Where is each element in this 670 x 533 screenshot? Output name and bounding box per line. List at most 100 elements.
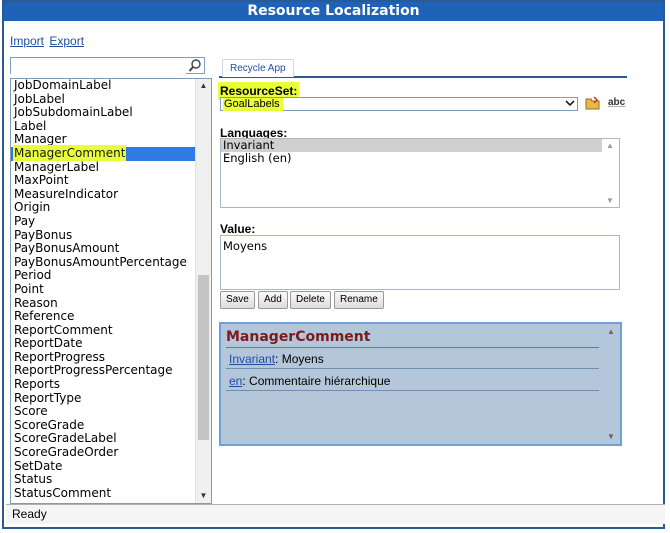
resource-list-item[interactable]: SetDate xyxy=(11,458,195,474)
summary-text-invariant: : Moyens xyxy=(275,352,324,366)
resource-list-item-label: ReportProgressPercentage xyxy=(14,363,173,378)
resource-list-item[interactable]: ReportDate xyxy=(11,336,195,351)
resource-list-item[interactable]: Score xyxy=(11,404,195,419)
open-folder-icon[interactable] xyxy=(585,95,601,111)
languages-list[interactable]: Invariant English (en) ▲ ▼ xyxy=(220,138,620,208)
resource-list-item-label: Reports xyxy=(14,377,61,392)
resource-list-item[interactable]: Reason xyxy=(11,295,195,311)
resource-list-item-label: MeasureIndicator xyxy=(14,186,119,201)
resource-list-scrollbar[interactable]: ▲ ▼ xyxy=(195,79,211,503)
resource-list-item-label: Score xyxy=(14,404,48,419)
resource-list-item[interactable]: ScoreGradeOrder xyxy=(11,445,195,460)
resource-list-item-label: SetDate xyxy=(14,458,63,473)
resource-list-item[interactable]: Pay xyxy=(11,214,195,229)
resource-list-item-label: Reason xyxy=(14,295,58,310)
resource-list-item-label: JobDomainLabel xyxy=(14,79,112,92)
resource-list-item-label: ReportDate xyxy=(14,336,83,351)
resource-list-item[interactable]: PayBonusAmountPercentage xyxy=(11,255,195,270)
resource-list-item-label: ManagerLabel xyxy=(14,159,99,174)
resource-list-item[interactable]: Origin xyxy=(11,201,195,215)
resource-list-item[interactable]: Point xyxy=(11,282,195,297)
resource-list-item[interactable]: MeasureIndicator xyxy=(11,186,195,202)
resource-list-item[interactable]: ScoreGrade xyxy=(11,417,195,433)
spell-check-icon[interactable]: a̲b̲c̲ xyxy=(608,95,625,111)
resource-list-item[interactable]: Label xyxy=(11,118,195,134)
resource-list-item-label: ReportType xyxy=(14,390,82,405)
resource-set-value: GoalLabels xyxy=(223,98,283,111)
resource-list-item[interactable]: JobSubdomainLabel xyxy=(11,105,195,120)
resource-list-item-label: Period xyxy=(14,268,52,283)
resource-list-item-label: ScoreGrade xyxy=(14,417,85,432)
scroll-down-icon[interactable]: ▼ xyxy=(196,489,211,503)
resource-list-item-label: Origin xyxy=(14,200,51,215)
summary-lang-link-en[interactable]: en xyxy=(229,374,242,388)
resource-list-item[interactable]: Status xyxy=(11,472,195,487)
resource-list-item[interactable]: Reference xyxy=(11,309,195,324)
chevron-down-icon xyxy=(565,98,575,111)
resource-list-item[interactable]: ManagerComment xyxy=(11,145,195,161)
resource-list-item[interactable]: Reports xyxy=(11,377,195,392)
summary-divider xyxy=(226,347,599,348)
resource-list-item-label: ManagerComment xyxy=(14,145,126,160)
resource-list-item[interactable]: StatusComment xyxy=(11,485,195,501)
resource-list-item[interactable]: ScoreGradeLabel xyxy=(11,432,195,446)
link-bar: Import Export xyxy=(10,34,86,48)
resource-list-item[interactable]: PayBonusAmount xyxy=(11,241,195,256)
resource-list-item[interactable]: ReportProgressPercentage xyxy=(11,364,195,378)
resource-list-item[interactable]: Manager xyxy=(11,133,195,147)
resource-list-item[interactable]: ManagerLabel xyxy=(11,159,195,175)
tab-bar: Recycle App xyxy=(219,58,627,78)
rename-button[interactable]: Rename xyxy=(334,291,384,309)
summary-scrollbar[interactable]: ▲ ▼ xyxy=(603,324,620,444)
scroll-down-icon[interactable]: ▼ xyxy=(606,196,614,205)
value-textarea[interactable]: Moyens xyxy=(220,235,620,290)
resource-list-item[interactable]: ReportType xyxy=(11,390,195,406)
summary-divider xyxy=(226,390,599,391)
languages-scrollbar[interactable]: ▲ ▼ xyxy=(603,139,619,207)
resource-list-item[interactable]: Period xyxy=(11,269,195,283)
scroll-down-icon[interactable]: ▼ xyxy=(607,432,615,441)
save-button[interactable]: Save xyxy=(220,291,255,309)
resource-list-item-label: ScoreGradeLabel xyxy=(14,431,117,446)
resource-list-item[interactable]: ReportComment xyxy=(11,323,195,338)
scroll-thumb[interactable] xyxy=(198,275,209,440)
scroll-up-icon[interactable]: ▲ xyxy=(196,79,211,93)
add-button[interactable]: Add xyxy=(258,291,288,309)
resource-list-item-label: Label xyxy=(14,118,47,133)
resource-list-item[interactable]: MaxPoint xyxy=(11,173,195,188)
resource-list-item[interactable]: ReportProgress xyxy=(11,350,195,365)
summary-lang-link-invariant[interactable]: Invariant xyxy=(229,352,275,366)
resource-list-items: JobDomainLabel JobLabel JobSubdomainLabel L… xyxy=(11,79,195,503)
scroll-up-icon[interactable]: ▲ xyxy=(606,141,614,150)
resource-list-item-label: JobLabel xyxy=(14,91,65,106)
resource-set-label: ResourceSet: xyxy=(220,84,298,98)
resource-set-select[interactable]: GoalLabels xyxy=(220,97,578,111)
window-title: Resource Localization xyxy=(4,2,663,21)
search-icon[interactable] xyxy=(188,58,202,73)
resource-list-item-label: Status xyxy=(14,472,53,487)
resource-list-item-label: PayBonusAmount xyxy=(14,241,120,256)
import-link[interactable]: Import xyxy=(10,34,44,48)
resource-list-item-label: JobSubdomainLabel xyxy=(14,105,133,120)
search-input[interactable] xyxy=(11,58,186,74)
search-box xyxy=(10,57,205,74)
summary-text-en: : Commentaire hiérarchique xyxy=(242,374,391,388)
scroll-up-icon[interactable]: ▲ xyxy=(607,327,615,336)
summary-title: ManagerComment xyxy=(226,329,371,345)
resource-list-item[interactable]: PayBonus xyxy=(11,227,195,243)
resource-list-item[interactable]: JobLabel xyxy=(11,91,195,107)
status-bar: Ready xyxy=(6,504,665,524)
app-window: Resource Localization Import Export JobD… xyxy=(2,0,665,529)
resource-list-item-label: Reference xyxy=(14,309,75,324)
resource-list-item[interactable]: JobDomainLabel xyxy=(11,79,195,93)
language-option-english[interactable]: English (en) xyxy=(221,152,619,165)
resource-list-item-label: MaxPoint xyxy=(14,173,69,188)
delete-button[interactable]: Delete xyxy=(290,291,331,309)
resource-list-item-label: PayBonus xyxy=(14,227,73,242)
export-link[interactable]: Export xyxy=(49,34,84,48)
summary-row-en: en: Commentaire hiérarchique xyxy=(229,374,390,388)
tab-recycle-app[interactable]: Recycle App xyxy=(222,59,294,77)
localization-summary-panel: ManagerComment Invariant: Moyens en: Com… xyxy=(219,322,622,446)
resource-list-item-label: StatusComment xyxy=(14,485,112,500)
resource-list[interactable]: JobDomainLabel JobLabel JobSubdomainLabel L… xyxy=(10,78,212,504)
